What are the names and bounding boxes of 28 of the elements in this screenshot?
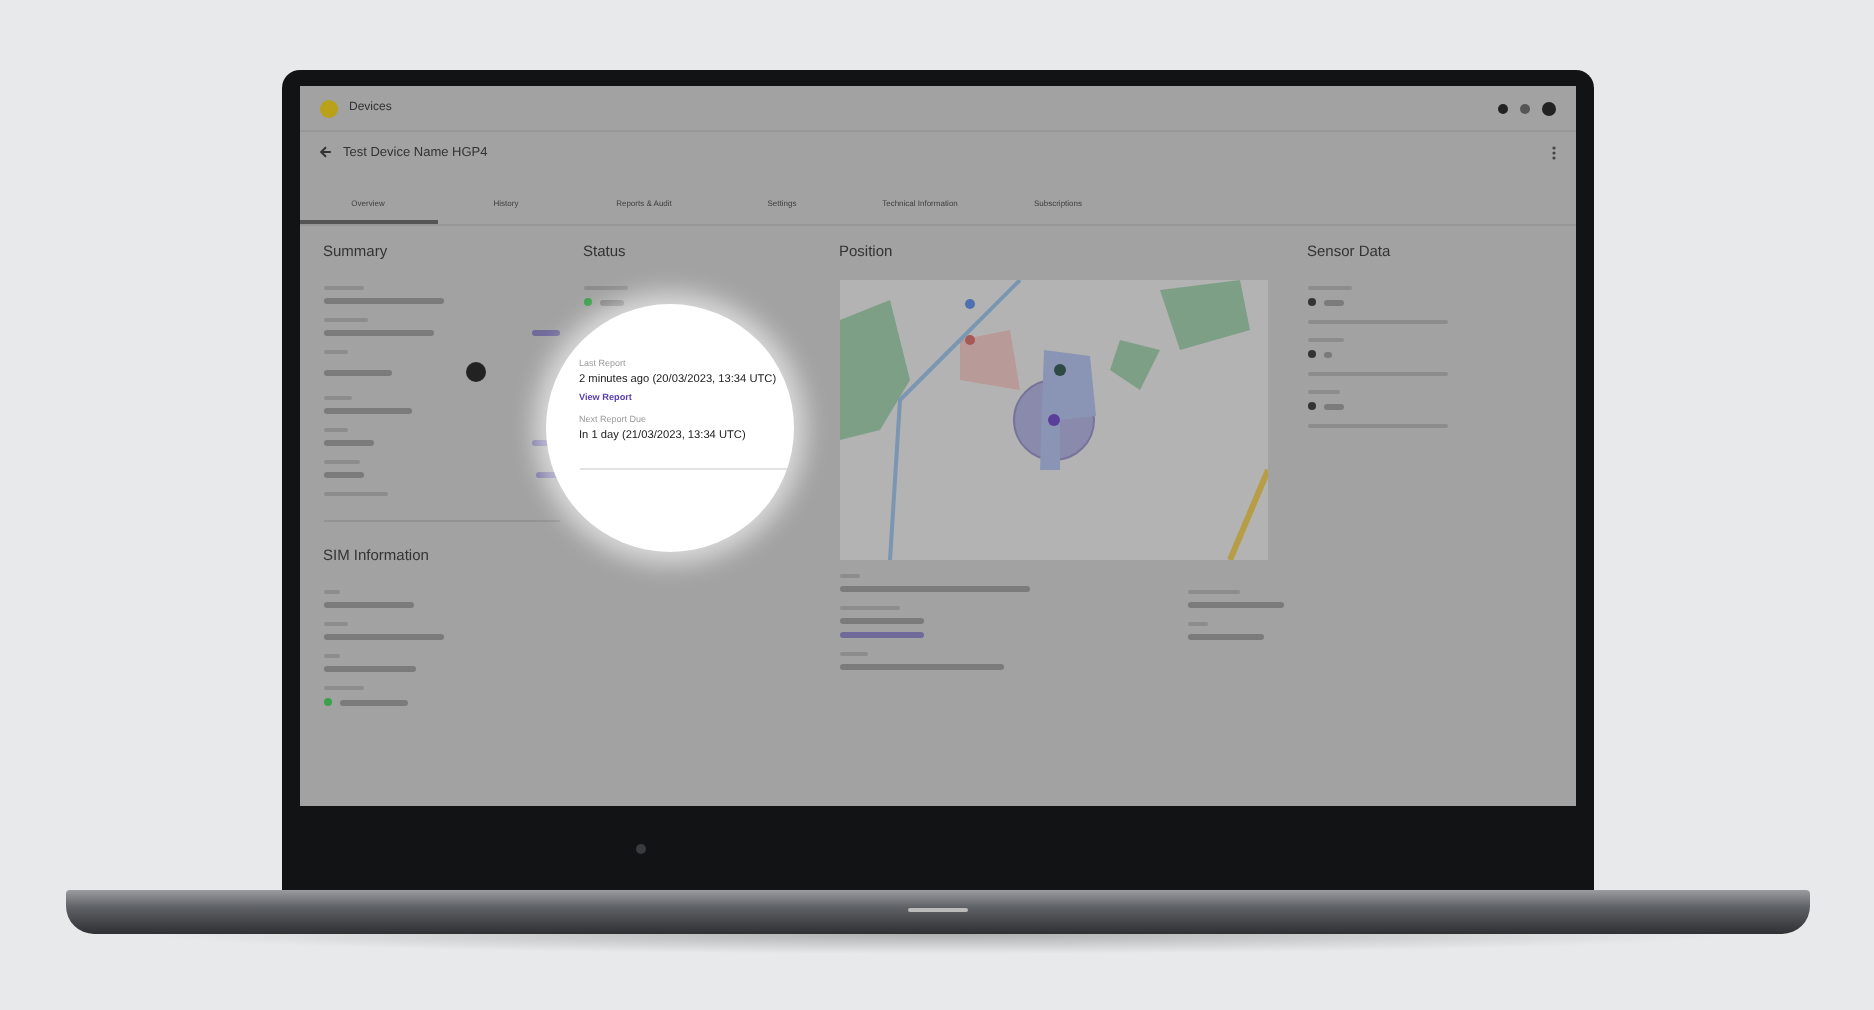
device-image-icon: [465, 362, 485, 382]
camera-dot: [635, 843, 645, 853]
blurred-text: [323, 472, 363, 478]
blurred-text: [339, 699, 407, 705]
blurred-text: [323, 634, 443, 640]
logo-icon: [319, 99, 337, 117]
blurred-text: [1323, 351, 1331, 357]
blurred-text: [323, 369, 391, 375]
back-arrow-icon[interactable]: [319, 146, 331, 158]
blurred-text: [1187, 633, 1263, 639]
blurred-text: [323, 298, 443, 304]
blurred-text: [323, 408, 411, 414]
blurred-text: [1323, 403, 1343, 409]
status-dot: [323, 698, 331, 706]
blurred-text: [531, 330, 559, 336]
sensor-icon: [1307, 350, 1315, 358]
blurred-text: [323, 602, 413, 608]
account-icon[interactable]: [1541, 101, 1555, 115]
blurred-text: [1323, 299, 1343, 305]
blurred-text: [1187, 601, 1283, 607]
blurred-text: [323, 666, 415, 672]
blurred-text: [323, 330, 433, 336]
status-dot: [583, 298, 591, 306]
blurred-text: [839, 632, 923, 638]
blurred-text: [323, 440, 373, 446]
sensor-icon: [1307, 298, 1315, 306]
blurred-text: [839, 618, 923, 624]
sensor-icon: [1307, 402, 1315, 410]
